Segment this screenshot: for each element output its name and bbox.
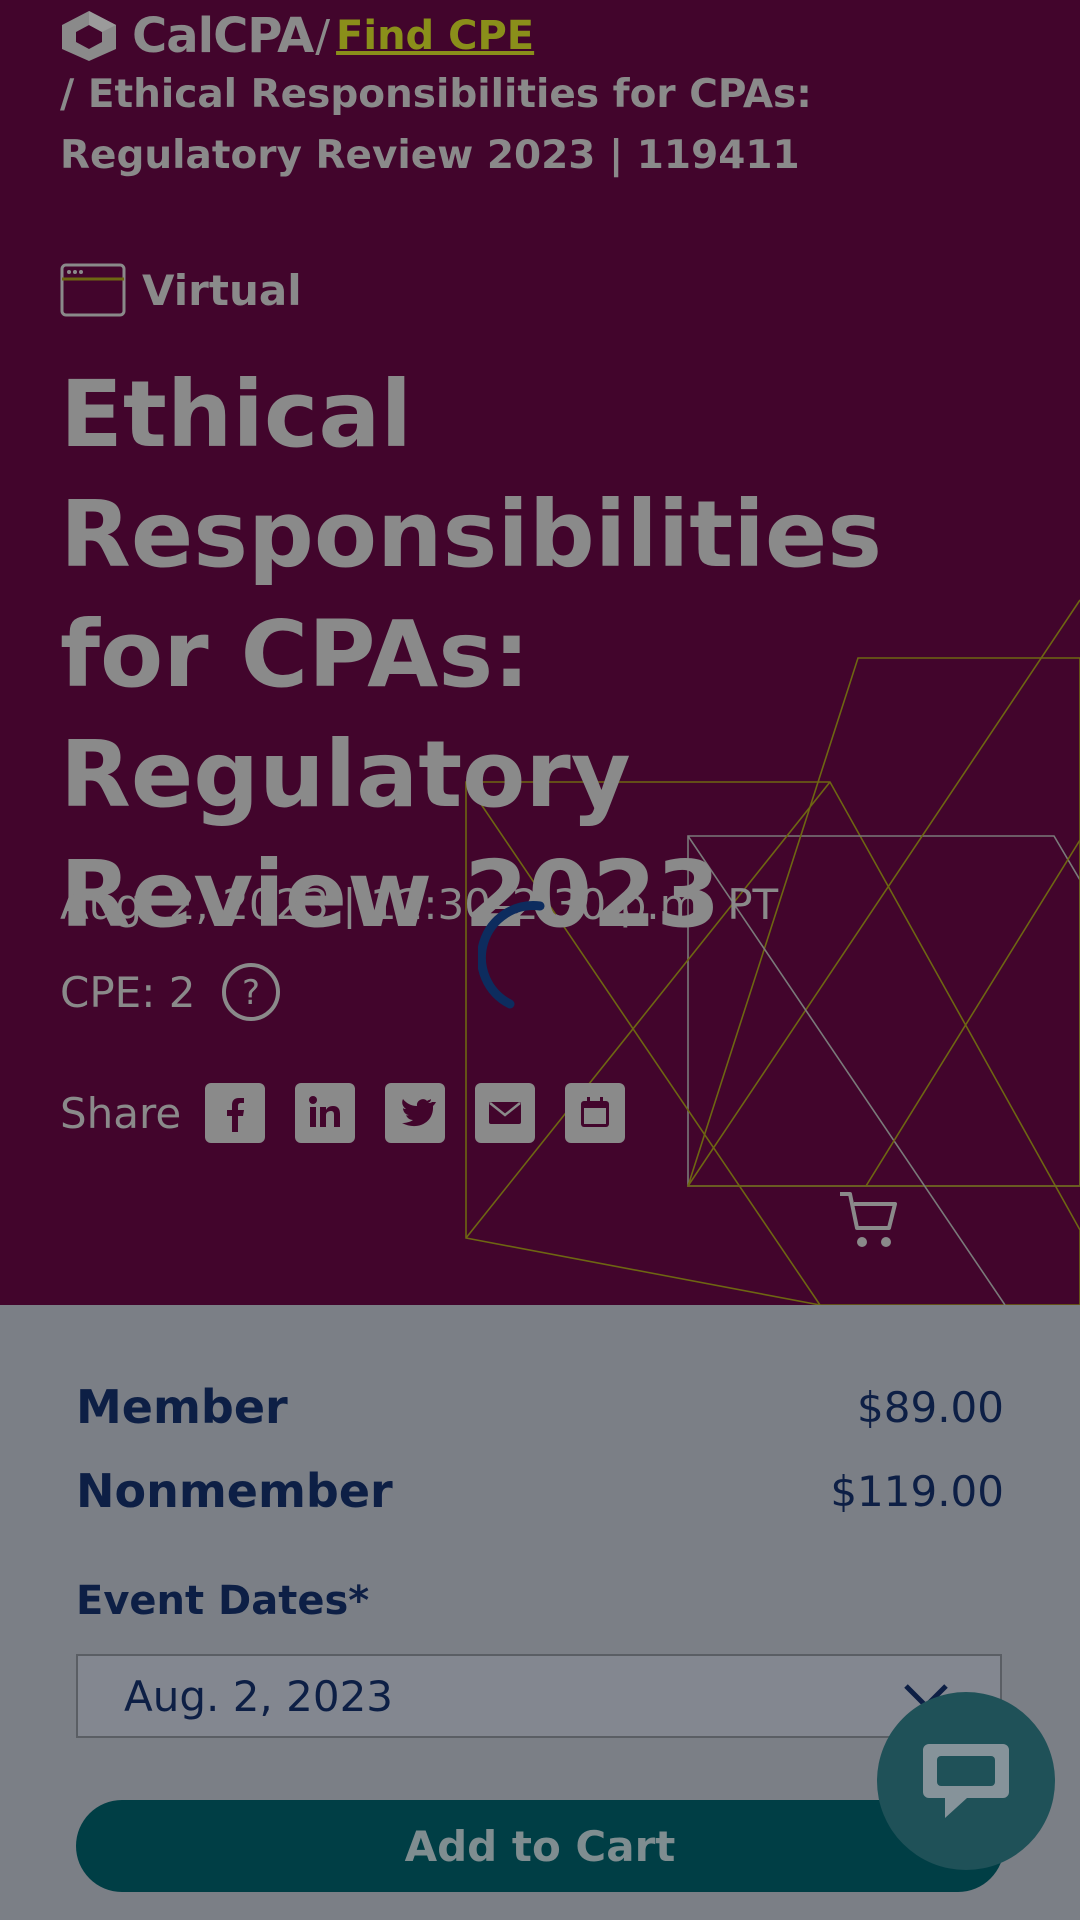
breadcrumb-current-page: / Ethical Responsibilities for CPAs: Reg… (60, 72, 812, 178)
event-datetime: Aug. 2, 2023 | 12:30–2:30 p.m. PT (60, 880, 779, 929)
breadcrumb: CalCPA / Find CPE (60, 8, 534, 64)
svg-text:?: ? (242, 973, 260, 1013)
share-email-button[interactable] (475, 1083, 536, 1143)
event-format: Virtual (60, 263, 302, 317)
share-linkedin-button[interactable] (295, 1083, 356, 1143)
share-bar: Share (60, 1083, 655, 1143)
event-dates-label: Event Dates* (76, 1578, 370, 1624)
loading-spinner-icon (478, 901, 545, 1009)
cpe-credits: CPE: 2 ? (60, 962, 281, 1022)
add-to-cart-button[interactable]: Add to Cart (76, 1800, 1004, 1892)
browser-window-icon (60, 263, 126, 317)
twitter-icon (402, 1099, 437, 1127)
calendar-icon (581, 1097, 610, 1127)
share-facebook-button[interactable] (205, 1083, 266, 1143)
add-to-calendar-button[interactable] (565, 1083, 626, 1143)
shopping-cart-icon[interactable] (838, 1190, 902, 1254)
nonmember-price-row: Nonmember $119.00 (76, 1464, 1004, 1518)
member-price-row: Member $89.00 (76, 1380, 1004, 1434)
cpe-credits-text: CPE: 2 (60, 967, 196, 1017)
breadcrumb-separator: / (315, 10, 331, 62)
event-format-label: Virtual (142, 265, 302, 315)
member-price: $89.00 (857, 1382, 1004, 1432)
member-label: Member (76, 1380, 288, 1434)
share-twitter-button[interactable] (385, 1083, 446, 1143)
calcpa-logo-icon (62, 11, 116, 61)
hero-section: CalCPA / Find CPE / Ethical Responsibili… (0, 0, 1080, 1305)
share-label: Share (60, 1088, 182, 1138)
live-chat-button[interactable] (877, 1692, 1055, 1870)
event-title: Ethical Responsibilities for CPAs: Regul… (60, 361, 882, 948)
breadcrumb-find-cpe-link[interactable]: Find CPE (336, 13, 534, 59)
email-icon (489, 1102, 522, 1124)
nonmember-price: $119.00 (830, 1466, 1004, 1516)
event-dates-selected-value: Aug. 2, 2023 (124, 1671, 394, 1721)
calcpa-logo-text[interactable]: CalCPA (132, 8, 314, 64)
facebook-icon (227, 1098, 245, 1132)
nonmember-label: Nonmember (76, 1464, 393, 1518)
linkedin-icon (309, 1096, 341, 1127)
chat-bubble-icon (923, 1744, 1009, 1818)
event-dates-select[interactable]: Aug. 2, 2023 (76, 1654, 1002, 1738)
question-circle-icon[interactable]: ? (221, 962, 281, 1022)
